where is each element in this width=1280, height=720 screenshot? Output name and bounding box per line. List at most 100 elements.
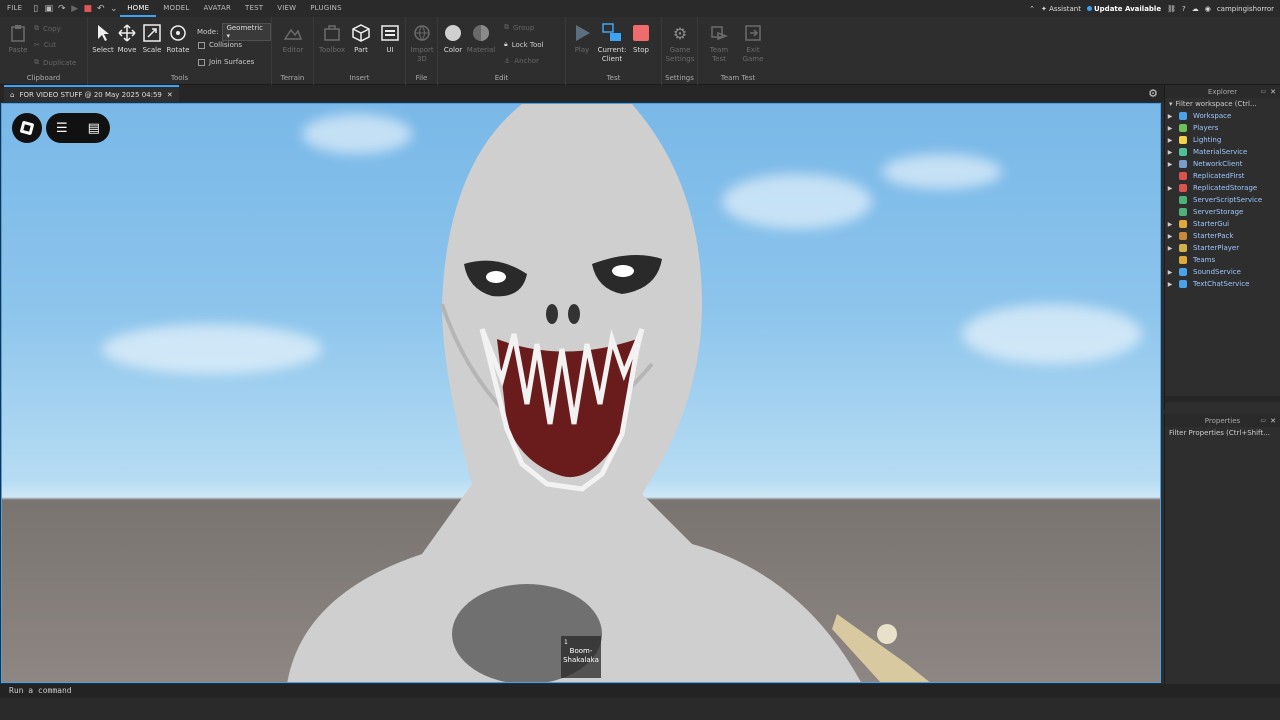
mode-dropdown[interactable]: Geometric ▾ bbox=[222, 23, 271, 41]
expand-arrow-icon[interactable]: ▶ bbox=[1165, 245, 1175, 252]
viewport-settings-icon[interactable]: ⚙ bbox=[1148, 87, 1158, 100]
import-3d-button[interactable]: Import 3D bbox=[409, 23, 435, 64]
explorer-item[interactable]: ServerScriptService bbox=[1165, 194, 1280, 206]
play-quick-icon[interactable]: ▶ bbox=[68, 0, 81, 17]
expand-arrow-icon[interactable]: ▶ bbox=[1165, 233, 1175, 240]
cut-button[interactable]: ✂ Cut bbox=[34, 41, 56, 49]
game-settings-button[interactable]: ⚙ Game Settings bbox=[666, 23, 695, 64]
expand-arrow-icon[interactable]: ▶ bbox=[1165, 221, 1175, 228]
lock-tool-button[interactable]: 🔒︎ Lock Tool bbox=[504, 40, 544, 49]
explorer-item[interactable]: ▶ StarterPack bbox=[1165, 230, 1280, 242]
close-icon[interactable]: ✕ bbox=[1270, 88, 1276, 96]
tab-plugins[interactable]: PLUGINS bbox=[303, 0, 348, 17]
username[interactable]: campingishorror bbox=[1217, 5, 1274, 13]
rotate-button[interactable]: Rotate bbox=[165, 23, 191, 55]
explorer-item[interactable]: ▶ StarterGui bbox=[1165, 218, 1280, 230]
explorer-item[interactable]: ▶ Players bbox=[1165, 122, 1280, 134]
move-button[interactable]: Move bbox=[114, 23, 140, 55]
current-client-button[interactable]: Current: Client bbox=[597, 23, 627, 64]
expand-arrow-icon[interactable]: ▶ bbox=[1165, 281, 1175, 288]
group-button[interactable]: ⧉ Group bbox=[504, 23, 534, 32]
command-input[interactable]: Run a command bbox=[9, 686, 72, 695]
duplicate-button[interactable]: ⧉ Duplicate bbox=[34, 58, 76, 67]
explorer-item[interactable]: ▶ TextChatService bbox=[1165, 278, 1280, 290]
chat-icon[interactable]: ▤ bbox=[88, 121, 100, 136]
command-bar[interactable]: Run a command bbox=[0, 684, 1280, 698]
hotbar-slot[interactable]: 1 Boom-Shakalaka bbox=[561, 636, 601, 678]
expand-arrow-icon[interactable]: ▶ bbox=[1165, 113, 1175, 120]
collisions-toggle[interactable]: Collisions bbox=[198, 41, 242, 49]
expand-arrow-icon[interactable]: ▶ bbox=[1165, 161, 1175, 168]
explorer-item[interactable]: ▶ Workspace bbox=[1165, 110, 1280, 122]
explorer-item[interactable]: ▶ SoundService bbox=[1165, 266, 1280, 278]
avatar-icon[interactable]: ◉ bbox=[1205, 5, 1211, 13]
color-button[interactable]: Color bbox=[440, 23, 466, 55]
material-button[interactable]: Material bbox=[467, 23, 495, 55]
explorer-item[interactable]: ReplicatedFirst bbox=[1165, 170, 1280, 182]
chevron-down-icon[interactable]: ⌄ bbox=[107, 0, 120, 17]
explorer-item-label: StarterPlayer bbox=[1193, 244, 1240, 252]
tab-avatar[interactable]: AVATAR bbox=[197, 0, 239, 17]
explorer-item[interactable]: ▶ NetworkClient bbox=[1165, 158, 1280, 170]
terrain-editor-button[interactable]: Editor bbox=[280, 23, 306, 55]
explorer-item[interactable]: ServerStorage bbox=[1165, 206, 1280, 218]
mode-selector[interactable]: Mode: Geometric ▾ bbox=[197, 23, 271, 41]
properties-filter[interactable]: Filter Properties (Ctrl+Shift... bbox=[1165, 427, 1280, 439]
expand-arrow-icon[interactable]: ▶ bbox=[1165, 137, 1175, 144]
save-icon[interactable]: ▣ bbox=[42, 0, 55, 17]
insert-group: Toolbox Part UI Insert bbox=[314, 17, 406, 85]
share-icon[interactable]: ⛓ bbox=[1167, 5, 1176, 13]
part-button[interactable]: Part bbox=[348, 23, 374, 55]
explorer-filter[interactable]: ▾ Filter workspace (Ctrl... bbox=[1165, 98, 1280, 110]
tab-file[interactable]: FILE bbox=[0, 0, 29, 17]
document-tab[interactable]: ⌂ FOR VIDEO STUFF @ 20 May 2025 04:59 ✕ bbox=[4, 85, 179, 102]
explorer-item[interactable]: ▶ ReplicatedStorage bbox=[1165, 182, 1280, 194]
explorer-item[interactable]: Teams bbox=[1165, 254, 1280, 266]
exit-game-button[interactable]: Exit Game bbox=[740, 23, 766, 64]
tab-home[interactable]: HOME bbox=[120, 0, 157, 17]
expand-arrow-icon[interactable]: ▶ bbox=[1165, 149, 1175, 156]
expand-arrow-icon[interactable]: ▶ bbox=[1165, 185, 1175, 192]
new-file-icon[interactable]: ▯ bbox=[29, 0, 42, 17]
explorer-item[interactable]: ▶ MaterialService bbox=[1165, 146, 1280, 158]
explorer-filter-input[interactable]: Filter workspace (Ctrl... bbox=[1176, 100, 1257, 108]
help-icon[interactable]: ? bbox=[1182, 5, 1186, 13]
close-icon[interactable]: ✕ bbox=[1270, 417, 1276, 425]
anchor-button[interactable]: ⚓︎ Anchor bbox=[504, 57, 539, 65]
collisions-label: Collisions bbox=[209, 41, 242, 49]
game-viewport[interactable]: ☰ ▤ 1 Boom-Shakalaka bbox=[1, 103, 1161, 683]
roblox-menu-button[interactable] bbox=[12, 113, 42, 143]
collapse-ribbon-icon[interactable]: ⌃ bbox=[1029, 5, 1035, 13]
properties-filter-input[interactable]: Filter Properties (Ctrl+Shift... bbox=[1169, 429, 1270, 437]
join-surfaces-checkbox[interactable] bbox=[198, 58, 205, 66]
expand-arrow-icon[interactable]: ▶ bbox=[1165, 269, 1175, 276]
expand-arrow-icon[interactable]: ▶ bbox=[1165, 125, 1175, 132]
dock-icon[interactable]: ▭ bbox=[1260, 417, 1266, 424]
stop-quick-icon[interactable]: ■ bbox=[81, 0, 94, 17]
assistant-button[interactable]: ✦ Assistant bbox=[1041, 5, 1081, 13]
redo-icon[interactable]: ↷ bbox=[55, 0, 68, 17]
tab-test[interactable]: TEST bbox=[238, 0, 270, 17]
undo-icon[interactable]: ↶ bbox=[94, 0, 107, 17]
stop-button[interactable]: Stop bbox=[628, 23, 654, 55]
update-available-button[interactable]: Update Available bbox=[1086, 5, 1161, 13]
dock-icon[interactable]: ▭ bbox=[1260, 88, 1266, 95]
explorer-scrollbar[interactable] bbox=[1165, 396, 1280, 402]
copy-button[interactable]: ⧉ Copy bbox=[34, 24, 61, 33]
explorer-item[interactable]: ▶ Lighting bbox=[1165, 134, 1280, 146]
scale-button[interactable]: Scale bbox=[139, 23, 165, 55]
cloud-icon[interactable]: ☁ bbox=[1192, 5, 1199, 13]
toolbox-button[interactable]: Toolbox bbox=[319, 23, 345, 55]
tab-view[interactable]: VIEW bbox=[270, 0, 303, 17]
tab-model[interactable]: MODEL bbox=[156, 0, 196, 17]
select-button[interactable]: Select bbox=[90, 23, 116, 55]
join-surfaces-toggle[interactable]: Join Surfaces bbox=[198, 58, 254, 66]
collisions-checkbox[interactable] bbox=[198, 41, 205, 49]
team-test-button[interactable]: Team Test bbox=[706, 23, 732, 64]
close-icon[interactable]: ✕ bbox=[167, 91, 173, 99]
ui-button[interactable]: UI bbox=[377, 23, 403, 55]
explorer-item[interactable]: ▶ StarterPlayer bbox=[1165, 242, 1280, 254]
play-button[interactable]: Play bbox=[569, 23, 595, 55]
paste-button[interactable]: Paste bbox=[5, 23, 31, 55]
hamburger-icon[interactable]: ☰ bbox=[56, 121, 68, 136]
